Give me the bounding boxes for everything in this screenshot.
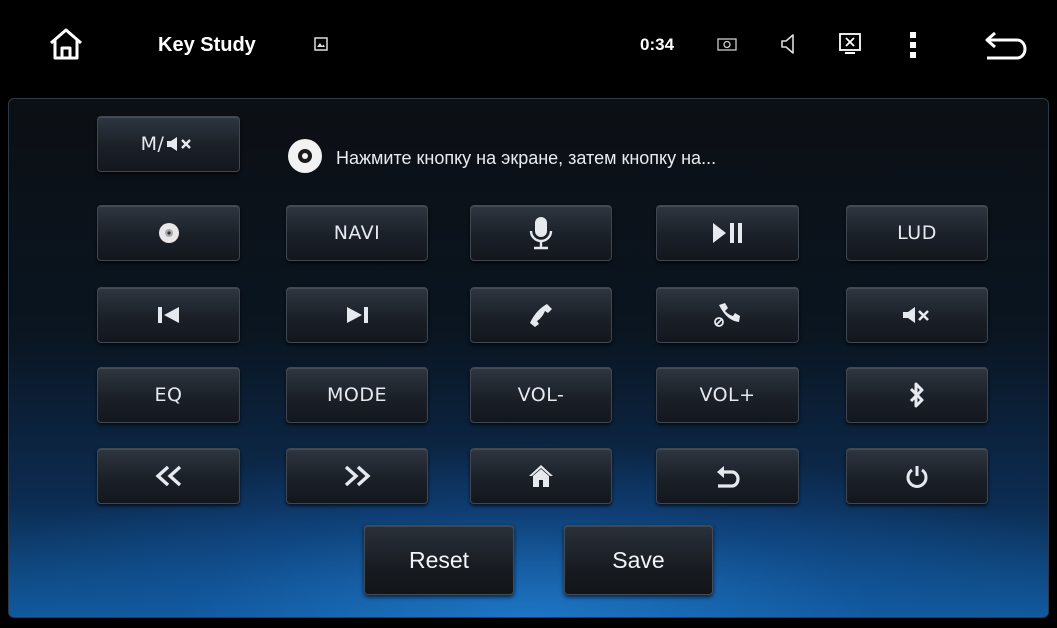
previous-track-icon bbox=[157, 306, 181, 324]
fast-forward-key[interactable] bbox=[286, 448, 428, 504]
microphone-icon bbox=[529, 216, 553, 250]
back-icon bbox=[715, 464, 741, 488]
navi-key[interactable]: NAVI bbox=[286, 205, 428, 261]
disc-key[interactable] bbox=[97, 205, 240, 261]
save-button[interactable]: Save bbox=[564, 525, 713, 595]
back-key[interactable] bbox=[656, 448, 799, 504]
vol-up-key[interactable]: VOL+ bbox=[656, 367, 799, 423]
rewind-icon bbox=[154, 465, 184, 487]
home-icon bbox=[528, 464, 554, 488]
app-title: Key Study bbox=[158, 33, 256, 56]
power-key[interactable] bbox=[846, 448, 988, 504]
screen-close-icon[interactable] bbox=[836, 30, 864, 58]
vol-down-key[interactable]: VOL- bbox=[470, 367, 612, 423]
reset-button[interactable]: Reset bbox=[364, 525, 514, 595]
disc-icon bbox=[286, 137, 324, 180]
image-icon bbox=[313, 36, 329, 52]
phone-hangup-key[interactable] bbox=[656, 287, 799, 343]
phone-answer-icon bbox=[528, 302, 554, 328]
mute-icon bbox=[902, 306, 932, 324]
power-icon bbox=[905, 464, 929, 488]
back-icon[interactable] bbox=[982, 28, 1030, 62]
volume-icon[interactable] bbox=[778, 31, 800, 57]
mode-key[interactable]: MODE bbox=[286, 367, 428, 423]
home-key[interactable] bbox=[470, 448, 612, 504]
bluetooth-key[interactable] bbox=[846, 367, 988, 423]
mute-mode-key[interactable]: M/ bbox=[97, 116, 240, 172]
hint: Нажмите кнопку на экране, затем кнопку н… bbox=[286, 138, 716, 178]
clock: 0:34 bbox=[640, 35, 675, 54]
mute-mode-key-label: M/ bbox=[140, 133, 165, 155]
disc-icon bbox=[158, 222, 180, 244]
status-bar: Key Study 0:34 bbox=[0, 0, 1057, 92]
phone-answer-key[interactable] bbox=[470, 287, 612, 343]
rewind-key[interactable] bbox=[97, 448, 240, 504]
play-pause-key[interactable] bbox=[656, 205, 799, 261]
mute-icon bbox=[166, 136, 196, 152]
more-vert-icon[interactable] bbox=[906, 30, 920, 60]
next-track-icon bbox=[345, 306, 369, 324]
lud-key[interactable]: LUD bbox=[846, 205, 988, 261]
next-key[interactable] bbox=[286, 287, 428, 343]
phone-hangup-icon bbox=[713, 301, 743, 329]
camera-icon bbox=[716, 34, 738, 54]
voice-key[interactable] bbox=[470, 205, 612, 261]
bluetooth-icon bbox=[908, 381, 926, 409]
home-icon[interactable] bbox=[46, 24, 86, 64]
hint-text: Нажмите кнопку на экране, затем кнопку н… bbox=[336, 147, 717, 168]
mute-key[interactable] bbox=[846, 287, 988, 343]
play-pause-icon bbox=[711, 222, 745, 244]
previous-key[interactable] bbox=[97, 287, 240, 343]
fast-forward-icon bbox=[342, 465, 372, 487]
eq-key[interactable]: EQ bbox=[97, 367, 240, 423]
